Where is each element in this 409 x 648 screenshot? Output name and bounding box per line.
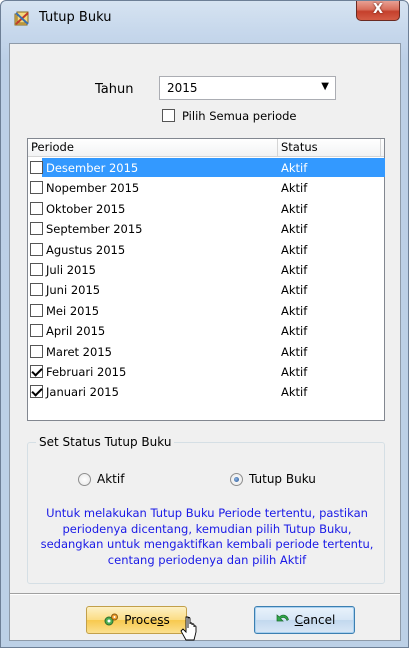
window-title: Tutup Buku [39,10,112,25]
cancel-label: Cancel [294,613,336,627]
status-groupbox: Set Status Tutup Buku Aktif Tutup Buku U… [27,435,385,584]
row-periode: Juni 2015 [46,283,101,298]
row-periode: September 2015 [46,222,143,237]
radio-aktif-label: Aktif [97,472,125,486]
row-status: Aktif [281,242,308,257]
row-checkbox[interactable] [30,161,43,174]
list-row[interactable]: Juni 2015 Aktif [28,280,384,300]
row-checkbox[interactable] [30,242,43,256]
tahun-label: Tahun [95,82,134,97]
row-periode: Maret 2015 [46,344,112,359]
row-periode: Mei 2015 [46,303,100,318]
radio-button[interactable] [78,473,91,486]
row-checkbox[interactable] [30,364,43,378]
close-button[interactable]: X [356,1,400,21]
row-periode: Oktober 2015 [46,201,126,216]
tutup-buku-window: Tutup Buku X Tahun 2015 ▼ Pilih Semua pe… [0,0,409,648]
list-header: Periode Status [28,139,384,157]
list-row[interactable]: Agustus 2015 Aktif [28,240,384,260]
mouse-cursor-icon [180,616,197,641]
list-row[interactable]: Desember 2015 Aktif [28,158,385,178]
row-checkbox[interactable] [30,262,43,276]
row-periode: Juli 2015 [46,262,96,277]
process-label: Process [124,613,170,627]
radio-aktif[interactable]: Aktif [78,472,124,486]
title-bar[interactable]: Tutup Buku X [1,1,408,41]
row-status: Aktif [281,222,308,237]
column-header-status[interactable]: Status [278,139,381,157]
info-text: Untuk melakukan Tutup Buku Periode terte… [40,506,374,567]
row-status: Aktif [281,324,308,339]
gears-icon [104,613,119,626]
row-periode: Februari 2015 [46,364,127,379]
row-status: Aktif [281,262,308,277]
list-row[interactable]: Februari 2015 Aktif [28,362,384,382]
list-row[interactable]: Januari 2015 Aktif [28,382,384,402]
list-row[interactable]: Nopember 2015 Aktif [28,178,384,198]
tahun-dropdown[interactable]: 2015 ▼ [159,76,336,100]
row-status: Aktif [281,364,308,379]
chevron-down-icon: ▼ [321,81,329,92]
pilih-semua-label: Pilih Semua periode [182,109,297,123]
row-checkbox[interactable] [30,303,43,317]
row-status: Aktif [281,344,308,359]
row-periode: Nopember 2015 [46,181,140,196]
row-status: Aktif [281,385,308,400]
row-checkbox[interactable] [30,222,43,236]
row-checkbox[interactable] [30,181,43,195]
list-rows: Desember 2015 Aktif Nopember 2015 Aktif Okto… [28,158,385,403]
row-periode: Agustus 2015 [46,242,126,257]
tahun-value: 2015 [167,81,198,95]
list-row[interactable]: Mei 2015 Aktif [28,301,384,321]
column-header-periode[interactable]: Periode [28,139,278,157]
row-status: Aktif [281,303,308,318]
row-periode: April 2015 [46,324,106,339]
radio-button[interactable] [230,473,243,486]
list-row[interactable]: April 2015 Aktif [28,321,384,341]
pilih-semua-checkbox[interactable]: Pilih Semua periode [162,108,297,126]
row-status: Aktif [281,181,308,196]
row-checkbox[interactable] [30,201,43,215]
list-row[interactable]: September 2015 Aktif [28,219,384,239]
row-periode: Desember 2015 [46,161,139,175]
row-status: Aktif [281,161,308,175]
book-app-icon [14,11,29,26]
process-button[interactable]: Process [86,606,187,634]
row-checkbox[interactable] [30,324,43,338]
cancel-button[interactable]: Cancel [254,606,355,634]
dialog-body: Tahun 2015 ▼ Pilih Semua periode Periode… [9,43,401,641]
row-status: Aktif [281,201,308,216]
list-row[interactable]: Oktober 2015 Aktif [28,199,384,219]
row-checkbox[interactable] [30,385,43,399]
divider [10,593,400,595]
list-row[interactable]: Maret 2015 Aktif [28,342,384,362]
row-periode: Januari 2015 [46,385,119,400]
group-title: Set Status Tutup Buku [36,435,175,449]
undo-arrow-icon [276,614,289,622]
checkbox-box[interactable] [162,109,175,122]
list-row[interactable]: Juli 2015 Aktif [28,260,384,280]
row-checkbox[interactable] [30,344,43,358]
row-checkbox[interactable] [30,283,43,297]
periode-list[interactable]: Periode Status Desember 2015 Aktif Nopembe… [27,138,385,421]
radio-tutup-label: Tutup Buku [249,472,316,486]
radio-tutup-buku[interactable]: Tutup Buku [230,472,316,486]
row-status: Aktif [281,283,308,298]
